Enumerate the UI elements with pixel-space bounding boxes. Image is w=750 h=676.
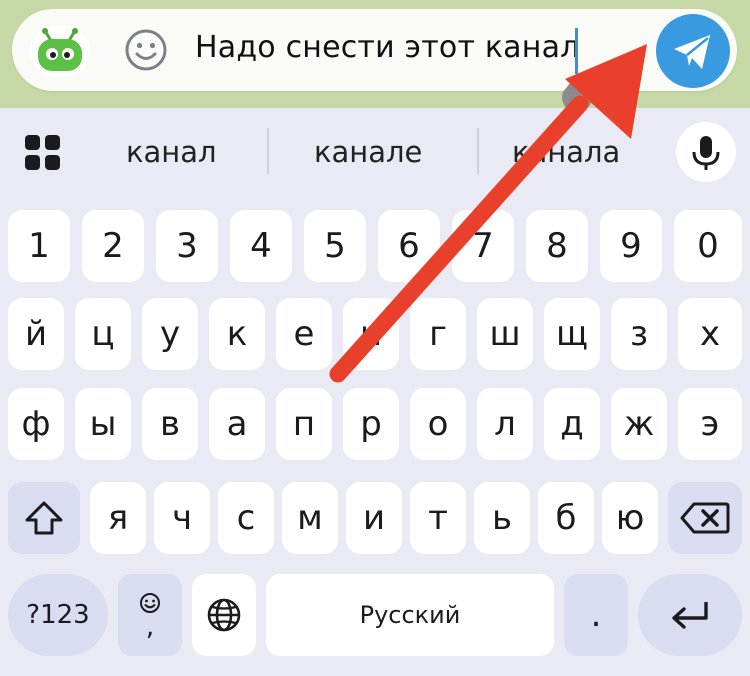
key-letter[interactable]: а [209,388,265,460]
key-letter[interactable]: к [209,298,265,370]
key-letter[interactable]: в [142,388,198,460]
key-letter[interactable]: т [410,482,466,554]
key-letter[interactable]: ь [474,482,530,554]
key-letter[interactable]: э [678,388,742,460]
message-input-text[interactable]: Надо снести этот канал [195,30,580,65]
key-letter[interactable]: щ [544,298,600,370]
key-letter[interactable]: л [477,388,533,460]
key-letter[interactable]: с [218,482,274,554]
shift-key[interactable] [8,482,80,554]
key-letter[interactable]: з [611,298,667,370]
key-letter[interactable]: у [142,298,198,370]
suggestion-2[interactable]: канале [314,135,422,169]
key-letter[interactable]: ф [8,388,64,460]
enter-key[interactable] [638,574,742,656]
suggestion-3[interactable]: канала [512,135,620,169]
key-digit[interactable]: 1 [8,210,70,282]
shift-icon [25,501,63,535]
grid-icon[interactable] [24,134,62,172]
key-digit[interactable]: 2 [82,210,144,282]
key-digit[interactable]: 4 [230,210,292,282]
key-letter[interactable]: г [410,298,466,370]
comma-label: , [145,612,155,642]
emoji-comma-key[interactable]: , [118,574,182,656]
language-key[interactable] [192,574,256,656]
text-cursor [575,28,578,74]
key-letter[interactable]: б [538,482,594,554]
mic-button[interactable] [676,122,736,182]
key-digit[interactable]: 5 [304,210,366,282]
key-letter[interactable]: п [276,388,332,460]
key-digit[interactable]: 0 [674,210,742,282]
bot-avatar-icon[interactable] [30,25,90,77]
key-letter[interactable]: й [8,298,64,370]
key-digit[interactable]: 9 [600,210,662,282]
symbols-key[interactable]: ?123 [8,574,108,656]
send-button[interactable] [656,14,730,88]
key-letter[interactable]: е [276,298,332,370]
globe-icon [207,598,241,632]
key-letter[interactable]: м [282,482,338,554]
key-letter[interactable]: х [678,298,742,370]
key-letter[interactable]: о [410,388,466,460]
key-letter[interactable]: я [90,482,146,554]
emoji-icon[interactable] [123,27,169,73]
key-digit[interactable]: 8 [526,210,588,282]
key-letter[interactable]: и [346,482,402,554]
key-digit[interactable]: 3 [156,210,218,282]
suggestion-divider [267,128,269,174]
backspace-key[interactable] [668,482,742,554]
space-key[interactable]: Русский [266,574,554,656]
key-letter[interactable]: ж [611,388,667,460]
suggestion-1[interactable]: канал [126,135,217,169]
key-letter[interactable]: ц [75,298,131,370]
key-letter[interactable]: д [544,388,600,460]
key-letter[interactable]: р [343,388,399,460]
period-key[interactable]: . [564,574,628,656]
suggestion-divider [477,128,479,174]
enter-icon [672,602,708,629]
key-letter[interactable]: н [343,298,399,370]
backspace-icon [680,502,730,534]
key-letter[interactable]: ю [602,482,658,554]
mic-icon [692,136,720,170]
key-digit[interactable]: 7 [452,210,514,282]
key-letter[interactable]: ы [75,388,131,460]
key-letter[interactable]: ш [477,298,533,370]
key-digit[interactable]: 6 [378,210,440,282]
send-icon [674,35,710,69]
key-letter[interactable]: ч [154,482,210,554]
